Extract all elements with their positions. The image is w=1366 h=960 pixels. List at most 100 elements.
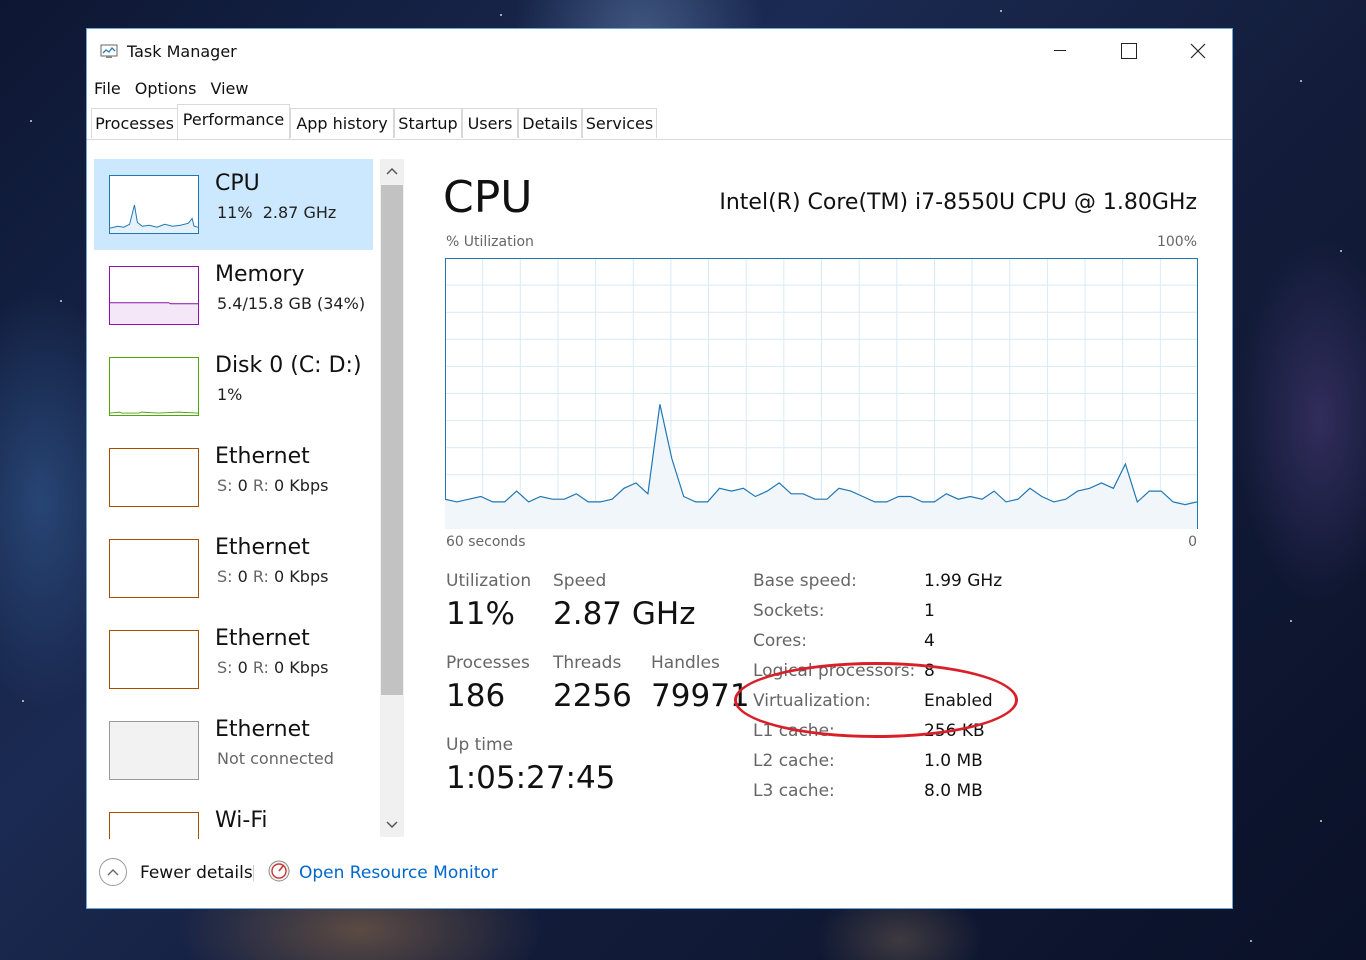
receive-label: R: xyxy=(252,476,269,495)
sidebar-scrollbar[interactable] xyxy=(380,159,404,837)
send-label: S: xyxy=(217,476,233,495)
l1-cache-label: L1 cache: xyxy=(753,721,835,741)
l3-cache-label: L3 cache: xyxy=(753,781,835,801)
send-value: 0 xyxy=(237,658,248,677)
tab-strip: Processes Performance App history Startu… xyxy=(87,104,1232,140)
tab-users[interactable]: Users xyxy=(462,108,518,138)
footer-bar: Fewer details Open Resource Monitor xyxy=(87,855,1232,895)
threads-value: 2256 xyxy=(553,678,632,714)
wifi-thumbnail-graph xyxy=(109,812,199,839)
minimize-icon xyxy=(1054,50,1066,51)
window-title: Task Manager xyxy=(127,42,237,61)
cpu-thumbnail-graph xyxy=(109,175,199,234)
close-icon xyxy=(1190,43,1206,59)
tab-details[interactable]: Details xyxy=(518,108,582,138)
memory-thumbnail-graph xyxy=(109,266,199,325)
scroll-down-button[interactable] xyxy=(380,813,404,837)
sidebar-item-ethernet-4[interactable]: Ethernet Not connected xyxy=(94,705,373,796)
sidebar-item-label: CPU xyxy=(215,171,260,196)
receive-value: 0 Kbps xyxy=(274,567,329,586)
handles-label: Handles xyxy=(651,653,720,673)
tab-startup[interactable]: Startup xyxy=(394,108,462,138)
chevron-up-icon xyxy=(107,869,119,876)
scroll-up-button[interactable] xyxy=(380,159,404,183)
tab-performance[interactable]: Performance xyxy=(177,104,290,139)
graph-x-label: 60 seconds xyxy=(446,534,526,550)
base-speed-value: 1.99 GHz xyxy=(924,571,1003,591)
sidebar-item-detail: Not connected xyxy=(217,749,334,768)
chevron-down-icon xyxy=(386,821,398,829)
task-manager-app-icon xyxy=(100,44,118,58)
cores-label: Cores: xyxy=(753,631,807,651)
maximize-button[interactable] xyxy=(1094,29,1164,73)
open-resource-monitor-link[interactable]: Open Resource Monitor xyxy=(299,863,498,883)
sidebar-item-detail: 1% xyxy=(217,385,243,404)
sidebar-item-disk[interactable]: Disk 0 (C: D:) 1% xyxy=(94,341,373,432)
ethernet-thumbnail-graph xyxy=(109,448,199,507)
send-label: S: xyxy=(217,567,233,586)
ethernet-thumbnail-graph xyxy=(109,630,199,689)
menu-file[interactable]: File xyxy=(87,77,128,101)
sidebar-item-detail: S: 0 R: 0 Kbps xyxy=(217,476,328,495)
receive-value: 0 Kbps xyxy=(274,476,329,495)
sidebar-item-detail: S: 0 R: 0 Kbps xyxy=(217,658,328,677)
cores-value: 4 xyxy=(924,631,935,651)
sockets-label: Sockets: xyxy=(753,601,825,621)
resource-list: CPU 11% 2.87 GHz Memory 5.4/15.8 GB (34%… xyxy=(94,159,374,839)
cpu-model-name: Intel(R) Core(TM) i7-8550U CPU @ 1.80GHz xyxy=(719,190,1197,215)
disk-thumbnail-graph xyxy=(109,357,199,416)
maximize-icon xyxy=(1121,43,1137,59)
l3-cache-value: 8.0 MB xyxy=(924,781,983,801)
base-speed-label: Base speed: xyxy=(753,571,857,591)
sidebar-item-detail: S: 0 R: 0 Kbps xyxy=(217,567,328,586)
fewer-details-link[interactable]: Fewer details xyxy=(140,863,253,883)
l2-cache-value: 1.0 MB xyxy=(924,751,983,771)
tab-services[interactable]: Services xyxy=(582,108,657,138)
chevron-up-icon xyxy=(386,167,398,175)
uptime-label: Up time xyxy=(446,735,514,755)
graph-x-min-label: 0 xyxy=(1188,534,1197,550)
minimize-button[interactable] xyxy=(1025,29,1095,73)
handles-value: 79971 xyxy=(651,678,750,714)
sidebar-item-cpu[interactable]: CPU 11% 2.87 GHz xyxy=(94,159,373,250)
menu-view[interactable]: View xyxy=(204,77,256,101)
ethernet-thumbnail-graph xyxy=(109,539,199,598)
sidebar-item-label: Wi-Fi xyxy=(215,808,268,833)
sidebar-item-wifi[interactable]: Wi-Fi xyxy=(94,796,373,839)
sidebar-item-ethernet-1[interactable]: Ethernet S: 0 R: 0 Kbps xyxy=(94,432,373,523)
menu-options[interactable]: Options xyxy=(128,77,204,101)
title-bar[interactable]: Task Manager xyxy=(87,29,1232,73)
sockets-value: 1 xyxy=(924,601,935,621)
virtualization-label: Virtualization: xyxy=(753,691,871,711)
fewer-details-button[interactable] xyxy=(99,858,127,886)
footer-divider xyxy=(253,865,254,881)
sidebar-item-label: Ethernet xyxy=(215,535,310,560)
cpu-utilization-graph xyxy=(445,258,1198,529)
threads-label: Threads xyxy=(553,653,622,673)
tab-processes[interactable]: Processes xyxy=(91,108,178,138)
receive-label: R: xyxy=(252,658,269,677)
sidebar-item-label: Disk 0 (C: D:) xyxy=(215,353,362,378)
sidebar-item-detail: 5.4/15.8 GB (34%) xyxy=(217,294,366,313)
virtualization-value: Enabled xyxy=(924,691,993,711)
sidebar-item-ethernet-3[interactable]: Ethernet S: 0 R: 0 Kbps xyxy=(94,614,373,705)
sidebar-item-detail: 11% 2.87 GHz xyxy=(217,203,336,222)
logical-processors-value: 8 xyxy=(924,661,935,681)
processes-label: Processes xyxy=(446,653,530,673)
sidebar-item-label: Memory xyxy=(215,262,305,287)
graph-y-max-label: 100% xyxy=(1156,234,1197,250)
tab-app-history[interactable]: App history xyxy=(290,108,394,138)
task-manager-window: Task Manager File Options View Processes… xyxy=(86,28,1233,909)
speed-value: 2.87 GHz xyxy=(553,596,696,632)
cpu-speed: 2.87 GHz xyxy=(262,203,337,222)
page-title: CPU xyxy=(443,172,533,223)
speed-label: Speed xyxy=(553,571,607,591)
resource-monitor-icon xyxy=(268,860,290,882)
l1-cache-value: 256 KB xyxy=(924,721,985,741)
sidebar-item-memory[interactable]: Memory 5.4/15.8 GB (34%) xyxy=(94,250,373,341)
receive-value: 0 Kbps xyxy=(274,658,329,677)
close-button[interactable] xyxy=(1163,29,1233,73)
sidebar-item-ethernet-2[interactable]: Ethernet S: 0 R: 0 Kbps xyxy=(94,523,373,614)
scroll-thumb[interactable] xyxy=(381,185,403,695)
sidebar-item-label: Ethernet xyxy=(215,444,310,469)
